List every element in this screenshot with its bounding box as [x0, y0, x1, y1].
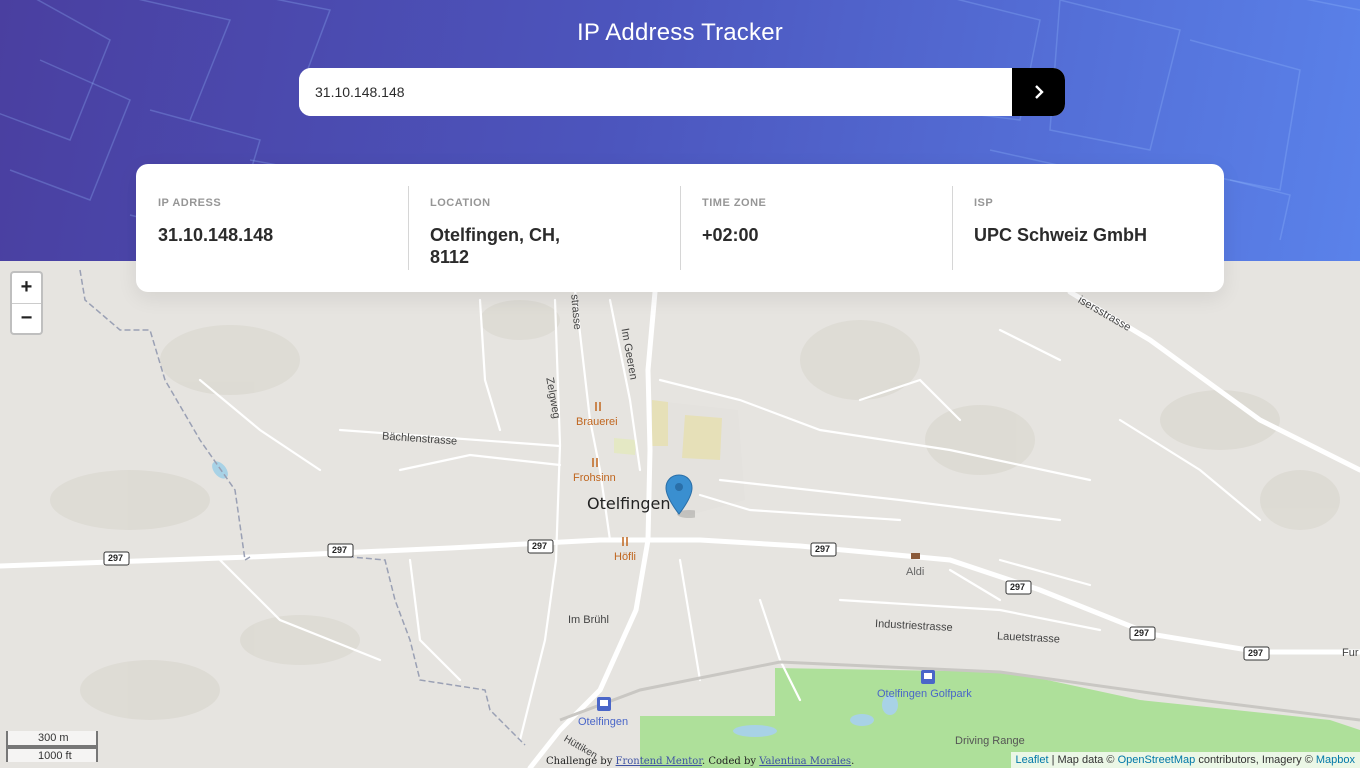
route-297-label: 297 [1134, 628, 1150, 638]
leaflet-link[interactable]: Leaflet [1016, 754, 1049, 766]
golfpark-label[interactable]: Otelfingen Golfpark [877, 688, 972, 700]
map-scale: 300 m 1000 ft [6, 731, 98, 762]
timezone-value: +02:00 [702, 225, 759, 245]
ip-search-form [299, 68, 1065, 116]
location-section: LOCATION Otelfingen, CH, 8112 [408, 186, 680, 270]
credit-middle: . Coded by [702, 756, 760, 767]
attribution-credit: Challenge by Frontend Mentor. Coded by V… [546, 756, 854, 767]
attribution-text-1: | Map data © [1048, 754, 1118, 766]
isp-value: UPC Schweiz GmbH [974, 225, 1148, 245]
location-label: LOCATION [430, 197, 491, 209]
location-value: Otelfingen, CH, 8112 [430, 225, 560, 267]
frontend-mentor-link[interactable]: Frontend Mentor [616, 756, 702, 767]
ip-address-value: 31.10.148.148 [158, 225, 274, 245]
timezone-section: TIME ZONE +02:00 [680, 186, 952, 270]
credit-prefix: Challenge by [546, 756, 616, 767]
route-297-label: 297 [532, 541, 548, 551]
ip-info-card: IP ADRESS 31.10.148.148 LOCATION Otelfin… [136, 164, 1224, 292]
ip-address-section: IP ADRESS 31.10.148.148 [136, 186, 408, 270]
timezone-label: TIME ZONE [702, 197, 767, 209]
poi-frohsinn-label[interactable]: Frohsinn [573, 472, 616, 484]
openstreetmap-link[interactable]: OpenStreetMap [1118, 754, 1196, 766]
mapbox-link[interactable]: Mapbox [1316, 754, 1355, 766]
poi-brauerei-label[interactable]: Brauerei [576, 416, 618, 428]
ip-address-label: IP ADRESS [158, 197, 222, 209]
ip-search-input[interactable] [299, 68, 1012, 116]
isp-label: ISP [974, 197, 994, 209]
map-view[interactable] [0, 261, 1360, 768]
route-297-label: 297 [332, 545, 348, 555]
author-link[interactable]: Valentina Morales [759, 756, 851, 767]
route-297-label: 297 [815, 544, 831, 554]
credit-suffix: . [851, 756, 855, 767]
page-title: IP Address Tracker [577, 19, 783, 46]
isp-section: ISP UPC Schweiz GmbH [952, 186, 1224, 270]
shop-icon [911, 553, 920, 559]
town-label: Otelfingen [587, 494, 671, 513]
zoom-control: + − [10, 271, 43, 335]
search-submit-button[interactable] [1012, 68, 1065, 116]
zoom-in-button[interactable]: + [12, 273, 41, 303]
route-297-label: 297 [1010, 582, 1026, 592]
area-im-bruhl-label: Im Brühl [568, 614, 609, 626]
route-297-label: 297 [108, 553, 124, 563]
map-attribution: Leaflet | Map data © OpenStreetMap contr… [1010, 752, 1360, 768]
street-fur-label: Fur [1342, 647, 1359, 659]
poi-aldi-label[interactable]: Aldi [906, 566, 924, 578]
attribution-text-2: contributors, Imagery © [1195, 754, 1316, 766]
poi-hofli-label[interactable]: Höfli [614, 551, 636, 563]
station-otelfingen-label[interactable]: Otelfingen [578, 716, 628, 728]
scale-imperial: 1000 ft [6, 747, 98, 762]
scale-metric: 300 m [6, 731, 98, 747]
driving-range-label[interactable]: Driving Range [955, 735, 1025, 747]
zoom-out-button[interactable]: − [12, 302, 41, 334]
chevron-right-icon [1034, 85, 1044, 99]
route-297-label: 297 [1248, 648, 1264, 658]
